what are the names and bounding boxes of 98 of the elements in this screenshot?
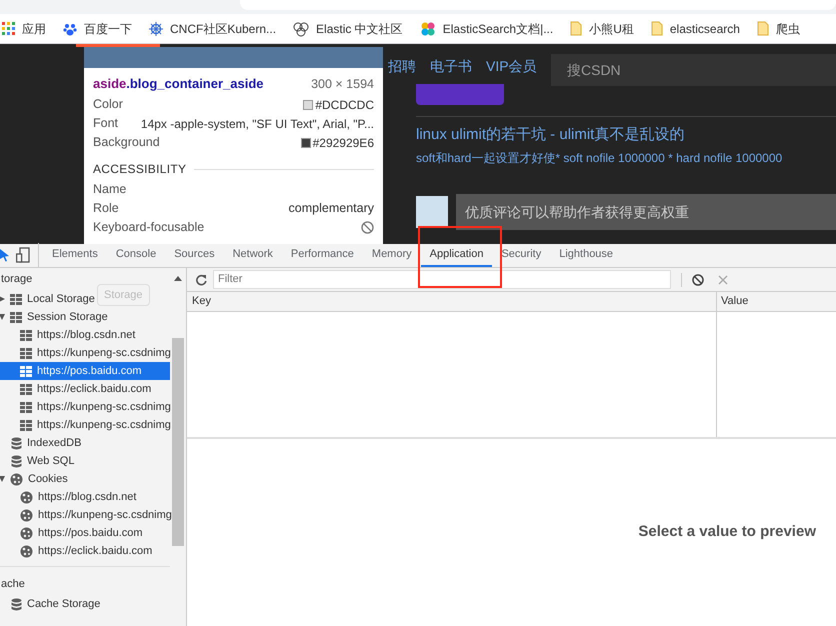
property-value: 14px -apple-system, "SF UI Text", Arial, "P... [140, 116, 374, 132]
avatar-image [416, 196, 448, 228]
database-icon [11, 598, 22, 610]
clear-icon [692, 274, 704, 286]
property-label: Role [93, 200, 119, 218]
column-header[interactable]: Value [717, 292, 836, 311]
article-summary: soft和hard一起设置才好使* soft nofile 1000000 * hard nofile 1000000 [416, 150, 782, 167]
property-label: Color [93, 96, 123, 114]
not-allowed-icon [361, 221, 374, 234]
selector-tag: aside [93, 76, 126, 92]
section-heading: ACCESSIBILITY [93, 161, 186, 178]
cookie-icon [20, 490, 33, 504]
table-grid-icon [20, 420, 32, 430]
comment-input[interactable]: 优质评论可以帮助作者获得更高权重 [456, 194, 836, 230]
nav-link[interactable]: VIP会员 [486, 56, 537, 77]
database-icon [11, 436, 22, 450]
table-grid-icon [10, 312, 22, 322]
tree-item[interactable]: https://kunpeng-sc.csdnimg [0, 398, 170, 416]
devtools-tab[interactable]: Lighthouse [550, 243, 622, 267]
property-value: complementary [288, 200, 374, 218]
nav-link[interactable]: 招聘 [388, 56, 416, 77]
table-grid-icon [20, 402, 32, 412]
ship-wheel-icon [149, 22, 163, 36]
tree-item[interactable]: Cache Storage [0, 595, 100, 613]
cookie-icon [10, 472, 23, 486]
expanded-triangle-icon [0, 476, 5, 482]
tree-item[interactable]: https://kunpeng-sc.csdnimg [0, 344, 170, 362]
section-title: torage [0, 272, 34, 287]
section-title: ache [0, 576, 26, 592]
table-grid-icon [10, 294, 22, 304]
article-title-link[interactable]: linux ulimit的若干坑 - ulimit真不是乱设的 [416, 124, 684, 146]
tree-item[interactable]: https://blog.csdn.net [0, 488, 170, 506]
inspect-cursor-icon [0, 248, 10, 262]
property-value: #292929E6 [312, 134, 374, 152]
table-grid-icon [20, 366, 32, 376]
tree-item[interactable]: Session Storage [0, 308, 108, 326]
tree-item[interactable]: Cookies [0, 470, 68, 488]
tree-item[interactable]: Web SQL [0, 452, 74, 470]
bookmark-link[interactable]: elasticsearch [650, 20, 740, 38]
bookmark-link[interactable]: ElasticSearch文档|... [420, 20, 554, 38]
scroll-up-arrow-icon [174, 276, 182, 281]
tree-item[interactable]: https://eclick.baidu.com [0, 380, 170, 398]
property-label: Background [93, 134, 160, 152]
bookmark-link[interactable]: CNCF社区Kubern... [149, 20, 276, 38]
paw-icon [63, 22, 77, 36]
devtools-tab[interactable]: Security [492, 243, 550, 267]
devtools-tab[interactable]: Console [106, 243, 166, 267]
tree-item[interactable]: https://pos.baidu.com [0, 524, 170, 542]
element-size: 300 × 1594 [311, 76, 374, 93]
color-swatch [303, 100, 314, 110]
tree-item[interactable]: IndexedDB [0, 434, 82, 452]
table-grid-icon [20, 384, 32, 394]
filter-field[interactable]: Filter [213, 270, 671, 289]
bookmark-link[interactable]: Elastic 中文社区 [293, 20, 403, 38]
nav-link[interactable]: 电子书 [430, 56, 472, 77]
scrollbar-thumb[interactable] [172, 338, 184, 546]
search-field[interactable]: 搜CSDN [551, 54, 836, 86]
device-toolbar-icon [16, 247, 30, 263]
folder-icon [570, 21, 582, 36]
devtools-tab[interactable]: Performance [282, 243, 363, 267]
color-swatch [300, 138, 311, 148]
tree-item[interactable]: https://eclick.baidu.com [0, 542, 170, 560]
folder-icon [756, 21, 769, 36]
property-value: #DCDCDC [315, 96, 374, 114]
collapsed-triangle-icon [0, 296, 5, 302]
tree-item[interactable]: https://blog.csdn.net [0, 326, 170, 344]
selector-class: .blog_container_aside [126, 76, 264, 92]
cookie-icon [20, 526, 33, 540]
bookmark-link[interactable]: 百度一下 [63, 20, 132, 38]
devtools-tab[interactable]: Network [224, 243, 282, 267]
tree-item[interactable]: https://kunpeng-sc.csdnimg [0, 506, 170, 524]
devtools-tab[interactable]: Memory [362, 243, 421, 267]
cookie-icon [20, 508, 33, 522]
table-grid-icon [20, 348, 32, 358]
table-grid-icon [20, 330, 32, 340]
apps-grid-icon [2, 22, 15, 35]
devtools-tab[interactable]: Elements [43, 243, 107, 267]
cookie-icon [20, 544, 33, 558]
preview-message: Select a value to preview [638, 522, 816, 542]
refresh-icon [195, 274, 207, 286]
tree-item[interactable]: https://pos.baidu.com [0, 362, 170, 380]
tree-item[interactable]: Local Storage [0, 290, 95, 308]
bookmark-link[interactable]: 应用 [2, 20, 46, 38]
column-header[interactable]: Key [187, 292, 717, 311]
property-label: Font [93, 115, 118, 132]
property-label: Keyboard-focusable [93, 219, 204, 236]
storage-tooltip: Storage [97, 284, 150, 306]
bookmark-link[interactable]: 小熊U租 [570, 20, 634, 38]
devtools-tab[interactable]: Sources [165, 243, 224, 267]
bookmark-link[interactable]: 爬虫 [756, 20, 800, 38]
colored-dots-icon [420, 20, 436, 36]
property-label: Name [93, 181, 126, 198]
tree-item[interactable]: https://kunpeng-sc.csdnimg [0, 416, 170, 434]
expanded-triangle-icon [0, 314, 5, 320]
circles-icon [293, 20, 310, 36]
folder-icon [650, 21, 663, 36]
close-icon [718, 274, 728, 284]
database-icon [11, 454, 22, 468]
